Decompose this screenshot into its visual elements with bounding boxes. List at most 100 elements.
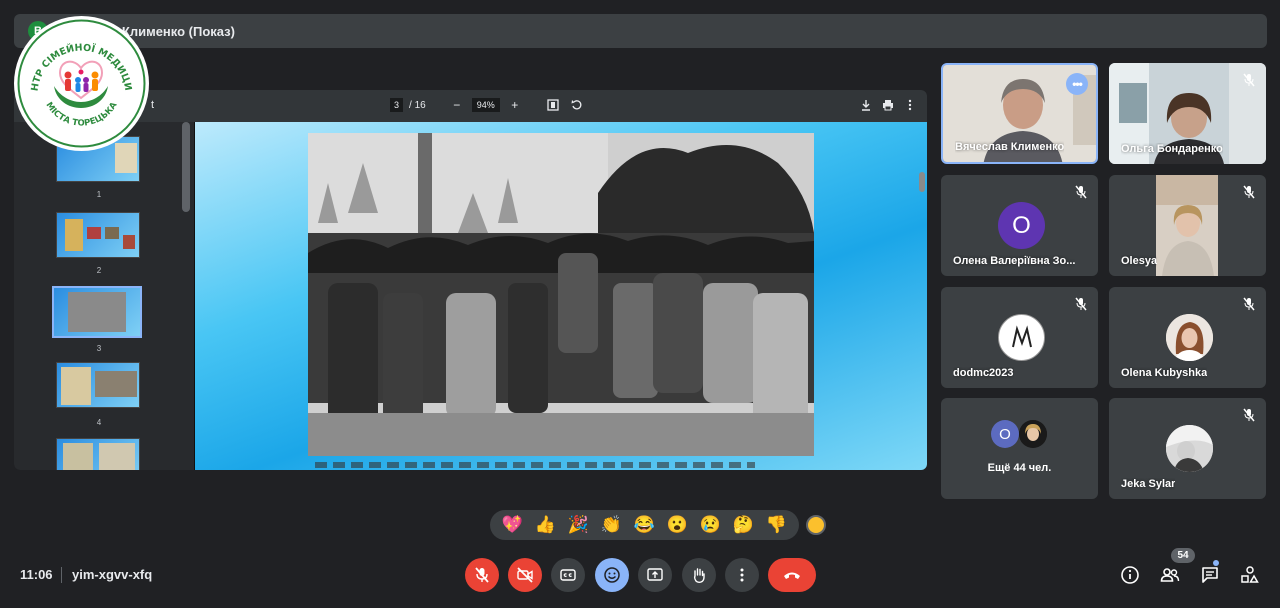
mic-off-icon: [475, 567, 489, 583]
slide-caption-partial: [315, 462, 755, 468]
tile-more-icon[interactable]: •••: [1066, 73, 1088, 95]
thumbnail-scrollbar[interactable]: [182, 122, 190, 212]
reaction-party[interactable]: 🎉: [562, 510, 595, 540]
clinic-logo: ЦЕНТР СІМЕЙНОЇ МЕДИЦИНИ МІСТА ТОРЕЦЬКА: [16, 18, 147, 149]
presenter-bar: В Вячеслав Клименко (Показ): [14, 14, 1267, 48]
participant-tile-3[interactable]: О Олена Валеріївна Зо...: [941, 175, 1098, 276]
download-icon[interactable]: [857, 96, 875, 114]
more-participants-tile[interactable]: O Ещё 44 чел.: [941, 398, 1098, 499]
activities-button[interactable]: [1239, 564, 1261, 586]
meeting-info-button[interactable]: [1119, 564, 1141, 586]
thumbnail-label: 4: [96, 418, 102, 427]
participant-name: Вячеслав Клименко: [955, 141, 1065, 153]
thumbnail-label: 1: [96, 190, 102, 199]
pdf-toolbar: t 3 / 16 − 94% +: [14, 90, 927, 122]
zoom-out-button[interactable]: −: [448, 96, 466, 114]
divider: [61, 567, 62, 583]
participant-tile-5[interactable]: dodmc2023: [941, 287, 1098, 388]
participant-tile-2[interactable]: Ольга Бондаренко: [1109, 63, 1266, 164]
rotate-icon[interactable]: [568, 96, 586, 114]
more-participants-label: Ещё 44 чел.: [987, 462, 1052, 474]
reaction-laugh[interactable]: 😂: [628, 510, 661, 540]
mic-off-icon: [1240, 183, 1258, 201]
captions-icon: [560, 569, 576, 581]
mic-toggle-button[interactable]: [465, 558, 499, 592]
reaction-thinking[interactable]: 🤔: [727, 510, 760, 540]
participant-avatar: [998, 314, 1045, 361]
pdf-page-total: / 16: [409, 99, 426, 111]
pdf-page-controls: 3 / 16 − 94% +: [390, 96, 586, 114]
raise-hand-button[interactable]: [682, 558, 716, 592]
thumbnail-label: 2: [96, 266, 102, 275]
thumbnail-3[interactable]: [52, 286, 142, 338]
reaction-clap[interactable]: 👏: [595, 510, 628, 540]
thumbnail-5[interactable]: [56, 438, 140, 470]
participant-avatar: О: [998, 202, 1045, 249]
participant-avatar: [1019, 420, 1047, 448]
zoom-in-button[interactable]: +: [506, 96, 524, 114]
people-button[interactable]: [1159, 564, 1181, 586]
zoom-level[interactable]: 94%: [471, 98, 500, 112]
pdf-page-input[interactable]: 3: [390, 98, 404, 112]
participant-video: [1156, 175, 1218, 276]
participant-tile-8[interactable]: Jeka Sylar: [1109, 398, 1266, 499]
mic-off-icon: [1240, 295, 1258, 313]
reaction-surprised[interactable]: 😮: [661, 510, 694, 540]
print-icon[interactable]: [879, 96, 897, 114]
people-icon: [1160, 568, 1180, 582]
participant-tile-6[interactable]: Olena Kubyshka: [1109, 287, 1266, 388]
participant-name: dodmc2023: [953, 367, 1014, 379]
captions-button[interactable]: [551, 558, 585, 592]
pdf-doc-name: t: [151, 99, 155, 111]
slide-page: [195, 122, 927, 470]
meeting-time: 11:06: [20, 567, 53, 582]
camera-off-icon: [517, 567, 533, 583]
reaction-thumbs-up[interactable]: 👍: [529, 510, 562, 540]
mic-off-icon: [1240, 71, 1258, 89]
camera-toggle-button[interactable]: [508, 558, 542, 592]
presentation-area: t 3 / 16 − 94% + 1 2 3 4: [14, 90, 927, 470]
participant-name: Olena Kubyshka: [1121, 367, 1208, 379]
skin-tone-selector[interactable]: [806, 515, 826, 535]
slide-scrollbar[interactable]: [919, 172, 925, 192]
chat-icon: [1202, 567, 1218, 583]
thumbnail-panel: 1 2 3 4 5: [14, 122, 194, 470]
meeting-code: yim-xgvv-xfq: [72, 567, 153, 582]
reactions-bar: 💖 👍 🎉 👏 😂 😮 😢 🤔 👎: [490, 510, 799, 540]
participant-avatar: O: [991, 420, 1019, 448]
present-screen-icon: [647, 568, 663, 581]
reaction-sad[interactable]: 😢: [694, 510, 727, 540]
chat-button[interactable]: [1199, 564, 1221, 586]
participant-name: Olesya: [1121, 255, 1158, 267]
activities-icon: [1241, 566, 1259, 583]
thumbnail-label: 3: [96, 344, 102, 353]
participant-name: Jeka Sylar: [1121, 478, 1176, 490]
reaction-heart[interactable]: 💖: [496, 510, 529, 540]
participant-name: Ольга Бондаренко: [1121, 143, 1223, 155]
pdf-more-icon[interactable]: [901, 96, 919, 114]
present-button[interactable]: [638, 558, 672, 592]
mic-off-icon: [1072, 183, 1090, 201]
participant-tile-4[interactable]: Olesya: [1109, 175, 1266, 276]
pdf-right-controls: [857, 96, 919, 114]
more-options-button[interactable]: [725, 558, 759, 592]
mic-off-icon: [1240, 406, 1258, 424]
participant-avatar: [1166, 314, 1213, 361]
mic-off-icon: [1072, 295, 1090, 313]
participant-name: Олена Валеріївна Зо...: [953, 255, 1076, 267]
participant-tile-1[interactable]: ••• Вячеслав Клименко: [941, 63, 1098, 164]
participant-count-badge: 54: [1171, 548, 1195, 563]
end-call-button[interactable]: [768, 558, 816, 592]
more-options-icon: [740, 568, 744, 582]
reactions-button[interactable]: [595, 558, 629, 592]
end-call-icon: [784, 572, 800, 579]
raise-hand-icon: [693, 568, 705, 584]
thumbnail-2[interactable]: [56, 212, 140, 258]
info-icon: [1121, 566, 1139, 584]
participant-avatar: [1166, 425, 1213, 472]
reaction-thumbs-down[interactable]: 👎: [760, 510, 793, 540]
chat-notification-dot: [1213, 560, 1219, 566]
thumbnail-4[interactable]: [56, 362, 140, 408]
fit-page-icon[interactable]: [544, 96, 562, 114]
historical-photo: [308, 133, 814, 456]
